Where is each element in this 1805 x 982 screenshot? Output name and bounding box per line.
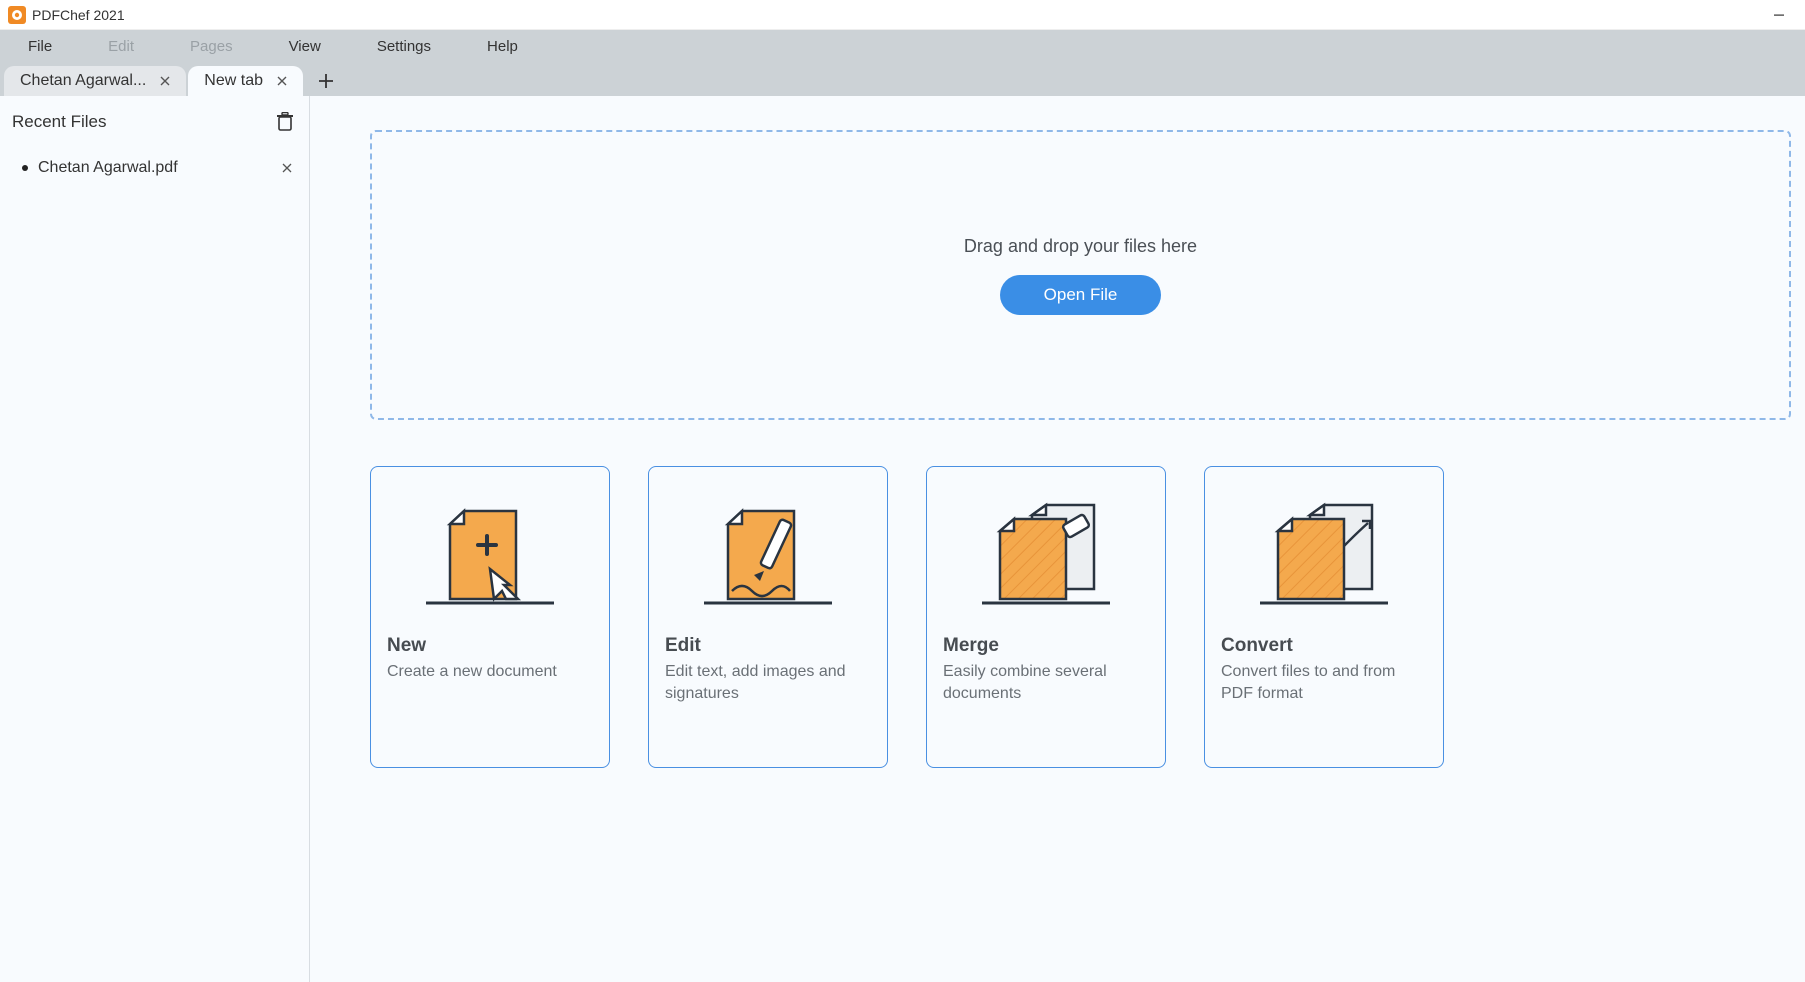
card-edit[interactable]: Edit Edit text, add images and signature… xyxy=(648,466,888,768)
tab-document[interactable]: Chetan Agarwal... xyxy=(4,66,186,96)
action-cards: New Create a new document xyxy=(370,466,1795,768)
tab-newtab[interactable]: New tab xyxy=(188,66,303,96)
dropzone[interactable]: Drag and drop your files here Open File xyxy=(370,130,1791,420)
card-new-illustration xyxy=(387,489,593,609)
app-title: PDFChef 2021 xyxy=(32,7,125,23)
menubar: File Edit Pages View Settings Help xyxy=(0,30,1805,62)
minimize-button[interactable] xyxy=(1761,2,1797,28)
card-title: Edit xyxy=(665,635,871,657)
remove-recent-button[interactable] xyxy=(277,158,297,178)
content-area: Recent Files Chetan Agarwal.pdf xyxy=(0,96,1805,982)
card-desc: Easily combine several documents xyxy=(943,661,1149,704)
menu-help[interactable]: Help xyxy=(459,30,546,62)
app-window: PDFChef 2021 File Edit Pages View Settin… xyxy=(0,0,1805,982)
menu-file[interactable]: File xyxy=(0,30,80,62)
card-merge[interactable]: Merge Easily combine several documents xyxy=(926,466,1166,768)
card-desc: Create a new document xyxy=(387,661,593,683)
card-title: Merge xyxy=(943,635,1149,657)
bullet-icon xyxy=(22,165,28,171)
card-convert[interactable]: Convert Convert files to and from PDF fo… xyxy=(1204,466,1444,768)
dropzone-text: Drag and drop your files here xyxy=(964,236,1197,257)
card-desc: Convert files to and from PDF format xyxy=(1221,661,1427,704)
card-title: Convert xyxy=(1221,635,1427,657)
recent-files-title: Recent Files xyxy=(12,112,106,132)
recent-file-name: Chetan Agarwal.pdf xyxy=(38,159,277,177)
menu-settings[interactable]: Settings xyxy=(349,30,459,62)
main-panel: Drag and drop your files here Open File xyxy=(310,96,1805,982)
app-icon xyxy=(8,6,26,24)
tab-label: Chetan Agarwal... xyxy=(20,72,146,90)
menu-view[interactable]: View xyxy=(261,30,349,62)
close-tab-icon[interactable] xyxy=(156,72,174,90)
menu-edit[interactable]: Edit xyxy=(80,30,162,62)
card-merge-illustration xyxy=(943,489,1149,609)
titlebar: PDFChef 2021 xyxy=(0,0,1805,30)
card-convert-illustration xyxy=(1221,489,1427,609)
sidebar: Recent Files Chetan Agarwal.pdf xyxy=(0,96,310,982)
trash-icon xyxy=(276,112,294,132)
sidebar-header: Recent Files xyxy=(12,110,297,134)
card-new[interactable]: New Create a new document xyxy=(370,466,610,768)
open-file-button[interactable]: Open File xyxy=(1000,275,1162,315)
card-title: New xyxy=(387,635,593,657)
new-tab-button[interactable] xyxy=(311,66,341,96)
card-edit-illustration xyxy=(665,489,871,609)
menu-pages[interactable]: Pages xyxy=(162,30,261,62)
recent-file-item[interactable]: Chetan Agarwal.pdf xyxy=(12,152,297,184)
close-tab-icon[interactable] xyxy=(273,72,291,90)
clear-recent-button[interactable] xyxy=(273,110,297,134)
tab-label: New tab xyxy=(204,72,263,90)
card-desc: Edit text, add images and signatures xyxy=(665,661,871,704)
tabbar: Chetan Agarwal... New tab xyxy=(0,62,1805,96)
